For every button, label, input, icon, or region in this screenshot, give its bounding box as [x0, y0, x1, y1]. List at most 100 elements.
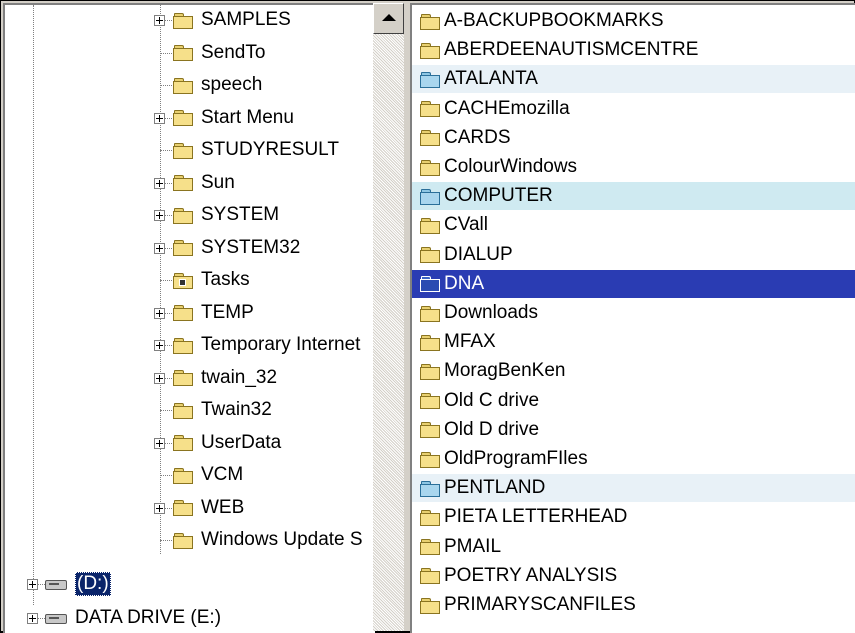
- expand-icon[interactable]: [27, 613, 38, 624]
- list-item[interactable]: MoragBenKen: [412, 357, 855, 385]
- tree-connector-line: [33, 5, 34, 605]
- list-item[interactable]: Old C drive: [412, 387, 855, 415]
- list-item[interactable]: COMPUTER: [412, 182, 855, 211]
- tree-vertical-scrollbar[interactable]: [373, 3, 404, 631]
- tree-item[interactable]: Start Menu: [173, 102, 296, 134]
- list-item-label: CARDS: [444, 126, 511, 148]
- list-item-label: CACHEmozilla: [444, 97, 570, 119]
- tree-item[interactable]: SAMPLES: [173, 5, 293, 36]
- folder-icon: [420, 305, 440, 322]
- scroll-up-button[interactable]: [373, 3, 404, 34]
- tree-item[interactable]: UserData: [173, 427, 283, 459]
- tree-item[interactable]: twain_32: [173, 362, 279, 394]
- tree-drive-item[interactable]: (D:): [45, 568, 111, 600]
- drive-icon: [45, 578, 67, 590]
- expand-icon[interactable]: [154, 437, 165, 449]
- expand-icon[interactable]: [154, 210, 165, 221]
- list-item[interactable]: A-BACKUPBOOKMARKS: [412, 7, 855, 35]
- folder-icon: [420, 13, 440, 30]
- tree-item-label: Tasks: [201, 269, 250, 290]
- list-item[interactable]: ColourWindows: [412, 153, 855, 181]
- folder-icon: [173, 45, 193, 61]
- list-item[interactable]: CARDS: [412, 124, 855, 152]
- list-item-label: OldProgramFIles: [444, 448, 588, 469]
- expand-icon[interactable]: [154, 307, 165, 319]
- tree-item[interactable]: speech: [173, 69, 264, 101]
- tree-item[interactable]: TEMP: [173, 297, 256, 329]
- folder-tree-pane[interactable]: SAMPLES SendTo speech Start Menu STUDYRESULT…: [3, 3, 375, 633]
- folder-icon: [173, 370, 193, 386]
- folder-icon: [173, 207, 193, 224]
- list-item[interactable]: ATALANTA: [412, 65, 855, 94]
- list-item[interactable]: PRIMARYSCANFILES: [412, 591, 855, 619]
- list-item[interactable]: PENTLAND: [412, 474, 855, 503]
- list-item[interactable]: Downloads: [412, 299, 855, 327]
- tree-item[interactable]: Windows Update S: [173, 524, 365, 556]
- tree-item-label: Temporary Internet: [201, 334, 361, 355]
- tree-item[interactable]: VCM: [173, 459, 245, 491]
- tree-item[interactable]: Temporary Internet: [173, 329, 362, 361]
- folder-icon: [420, 130, 440, 147]
- list-item-label: PRIMARYSCANFILES: [444, 594, 636, 615]
- tree-item-label: SYSTEM32: [201, 236, 301, 258]
- folder-icon: [420, 71, 440, 88]
- tree-connector-line: [160, 280, 174, 281]
- tree-item[interactable]: Tasks: [173, 264, 252, 296]
- folder-icon: [173, 142, 193, 159]
- tree-connector-line: [160, 540, 174, 541]
- expand-icon[interactable]: [154, 340, 165, 351]
- folder-icon: [173, 77, 193, 94]
- folder-icon: [173, 532, 193, 549]
- list-item-label: Old C drive: [444, 389, 540, 411]
- list-item[interactable]: PMAIL: [412, 533, 855, 561]
- list-item[interactable]: DNA: [412, 269, 855, 298]
- list-item[interactable]: CACHEmozilla: [412, 95, 855, 123]
- list-item-label: ColourWindows: [444, 156, 578, 177]
- tree-item[interactable]: WEB: [173, 492, 246, 524]
- list-item[interactable]: OldProgramFIles: [412, 445, 855, 473]
- expand-icon[interactable]: [154, 15, 165, 26]
- list-item[interactable]: MFAX: [412, 328, 855, 356]
- expand-icon[interactable]: [154, 502, 165, 514]
- folder-contents-pane[interactable]: A-BACKUPBOOKMARKS ABERDEENAUTISMCENTRE ATA…: [410, 3, 855, 633]
- expand-icon[interactable]: [154, 372, 165, 384]
- list-item-label: Downloads: [444, 302, 538, 323]
- tree-item-label: WEB: [201, 496, 245, 518]
- list-item-label: DIALUP: [444, 243, 513, 265]
- tree-item[interactable]: SYSTEM32: [173, 232, 302, 264]
- folder-icon: [173, 337, 193, 354]
- folder-icon: [420, 539, 440, 556]
- folder-icon: [420, 509, 440, 526]
- tree-connector-line: [160, 410, 174, 411]
- expand-icon[interactable]: [154, 242, 165, 254]
- folder-icon: [173, 402, 193, 419]
- expand-icon[interactable]: [154, 177, 165, 189]
- expand-icon[interactable]: [27, 579, 38, 590]
- list-item-label: ATALANTA: [444, 68, 538, 90]
- tree-item[interactable]: SendTo: [173, 37, 267, 69]
- list-item[interactable]: POETRY ANALYSIS: [412, 562, 855, 590]
- tree-item-label: VCM: [201, 464, 244, 485]
- folder-icon: [420, 42, 440, 59]
- tree-drive-item[interactable]: DATA DRIVE (E:): [45, 602, 223, 633]
- folder-icon: [173, 175, 193, 191]
- folder-icon: [420, 480, 440, 497]
- list-item[interactable]: ABERDEENAUTISMCENTRE: [412, 36, 855, 64]
- tree-drive-label: (D:): [75, 572, 111, 596]
- tree-item[interactable]: SYSTEM: [173, 199, 281, 231]
- list-item-label: COMPUTER: [444, 185, 553, 207]
- tree-item-label: speech: [201, 74, 263, 95]
- expand-icon[interactable]: [154, 112, 165, 124]
- tree-item[interactable]: STUDYRESULT: [173, 134, 341, 166]
- tree-item[interactable]: Sun: [173, 167, 237, 199]
- list-item-label: DNA: [444, 272, 485, 294]
- list-item[interactable]: DIALUP: [412, 241, 855, 269]
- list-item[interactable]: Old D drive: [412, 416, 855, 444]
- list-item[interactable]: PIETA LETTERHEAD: [412, 503, 855, 531]
- folder-icon: [420, 451, 440, 468]
- folder-icon: [173, 240, 193, 256]
- tree-item[interactable]: Twain32: [173, 394, 274, 426]
- list-item[interactable]: CVall: [412, 211, 855, 239]
- list-item-label: MFAX: [444, 331, 496, 353]
- tree-connector-line: [160, 52, 174, 54]
